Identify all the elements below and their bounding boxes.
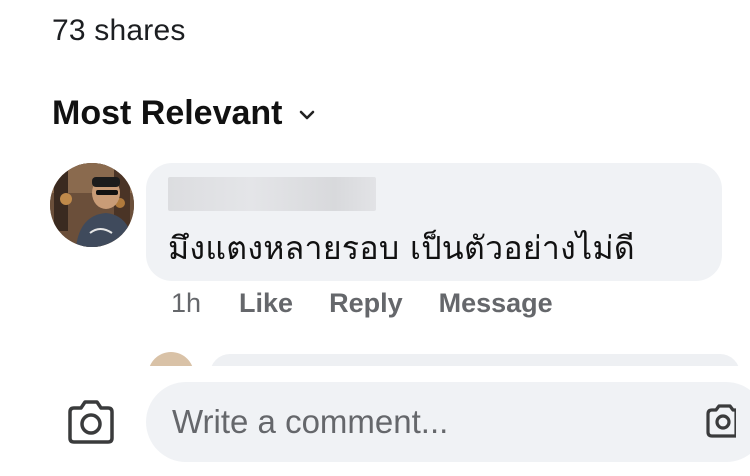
comment-timestamp[interactable]: 1h (171, 288, 201, 319)
avatar-image (50, 163, 134, 247)
camera-icon[interactable] (64, 398, 118, 448)
message-button[interactable]: Message (439, 288, 553, 319)
comments-sort-dropdown[interactable]: Most Relevant (52, 94, 319, 133)
comment-text: มึงแตงหลายรอบ เป็นตัวอย่างไม่ดี (168, 229, 635, 267)
sort-label: Most Relevant (52, 94, 283, 132)
reply-button[interactable]: Reply (329, 288, 403, 319)
camera-icon[interactable] (702, 402, 736, 442)
chevron-down-icon (299, 110, 314, 119)
comment-actions: 1h Like Reply Message (171, 288, 589, 319)
comment-composer (34, 366, 750, 476)
redacted-commenter-name (168, 177, 376, 211)
comment-bubble[interactable]: มึงแตงหลายรอบ เป็นตัวอย่างไม่ดี (146, 163, 722, 281)
shares-count[interactable]: 73 shares (52, 14, 186, 48)
comment-input[interactable] (146, 382, 750, 462)
like-button[interactable]: Like (239, 288, 293, 319)
commenter-avatar[interactable] (50, 163, 134, 247)
